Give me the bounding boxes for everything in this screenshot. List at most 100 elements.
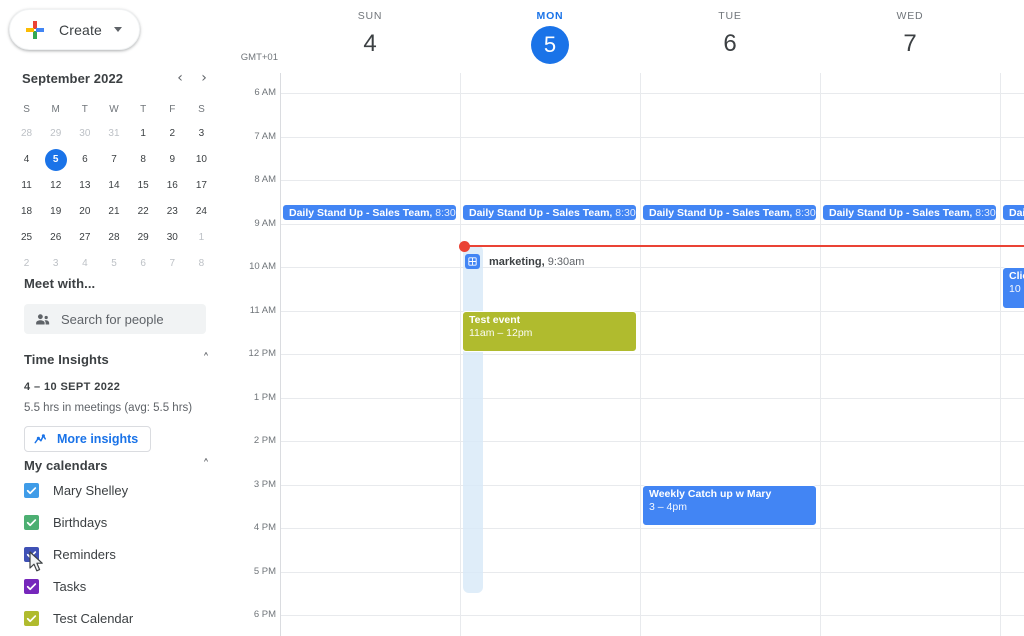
- daily-standup-tue[interactable]: Daily Stand Up - Sales Team, 8:30: [642, 203, 817, 222]
- mini-cal-day[interactable]: 3: [187, 122, 216, 146]
- day-header-sun[interactable]: SUN 4: [280, 0, 460, 62]
- mini-cal-day[interactable]: 4: [12, 148, 41, 172]
- day-header-date: 5: [531, 26, 569, 64]
- mini-cal-day[interactable]: 13: [70, 174, 99, 198]
- client-meeting-thu[interactable]: Clie10: [1002, 267, 1024, 309]
- marketing-event[interactable]: marketing, 9:30am: [465, 254, 584, 270]
- calendar-item-reminders[interactable]: Reminders: [0, 540, 228, 569]
- mini-cal-day[interactable]: 2: [12, 252, 41, 276]
- mini-cal-day[interactable]: 30: [158, 226, 187, 250]
- calendar-item-label: Tasks: [53, 579, 87, 594]
- mini-cal-day[interactable]: 1: [129, 122, 158, 146]
- event-title: Daily Stand Up - Sales Team,: [469, 206, 613, 219]
- daily-standup-mon[interactable]: Daily Stand Up - Sales Team, 8:30: [462, 203, 637, 222]
- mini-calendar: September 2022 ‹ › S M T W T F S 28 29 30 31 1 2 3 4 5 6…: [0, 62, 228, 276]
- busy-time-block[interactable]: [463, 245, 483, 594]
- mini-cal-day[interactable]: 28: [12, 122, 41, 146]
- next-month-icon[interactable]: ›: [192, 66, 216, 90]
- mini-cal-day[interactable]: 26: [41, 226, 70, 250]
- mini-cal-dow-2: T: [81, 104, 88, 115]
- calendar-item-label: Test Calendar: [53, 611, 134, 626]
- mini-cal-day[interactable]: 19: [41, 200, 70, 224]
- calendar-item-tasks[interactable]: Tasks: [0, 572, 228, 601]
- mini-cal-day[interactable]: 8: [187, 252, 216, 276]
- event-time: 8:30: [432, 206, 456, 219]
- search-for-people-input[interactable]: Search for people: [24, 304, 206, 334]
- checkbox-icon[interactable]: [24, 515, 39, 530]
- daily-standup-wed[interactable]: Daily Stand Up - Sales Team, 8:30: [822, 203, 997, 222]
- hour-label: 9 AM: [254, 217, 276, 229]
- mini-cal-day[interactable]: 6: [70, 148, 99, 172]
- collapse-my-calendars-icon[interactable]: ˄: [196, 458, 216, 473]
- mini-cal-day[interactable]: 28: [99, 226, 128, 250]
- insights-chart-icon: [34, 432, 49, 447]
- mini-cal-day[interactable]: 8: [129, 148, 158, 172]
- mini-cal-day[interactable]: 16: [158, 174, 187, 198]
- calendar-item-test-calendar[interactable]: Test Calendar: [0, 604, 228, 633]
- mini-cal-day[interactable]: 24: [187, 200, 216, 224]
- checkbox-icon[interactable]: [24, 611, 39, 626]
- mini-cal-day[interactable]: 11: [12, 174, 41, 198]
- mini-cal-day[interactable]: 15: [129, 174, 158, 198]
- day-header-mon[interactable]: MON 5: [460, 0, 640, 64]
- hour-gridline: [280, 528, 1024, 529]
- time-insights-section: Time Insights ˄ 4 – 10 SEPT 2022 5.5 hrs…: [0, 352, 228, 452]
- day-headers: GMT+01 SUN 4 MON 5 TUE 6 WED 7: [228, 0, 1024, 73]
- test-event-mon[interactable]: Test event 11am – 12pm: [462, 310, 637, 352]
- mini-cal-day[interactable]: 5: [99, 252, 128, 276]
- mini-cal-day[interactable]: 3: [41, 252, 70, 276]
- event-time: 8:30: [792, 206, 816, 219]
- sidebar: Create September 2022 ‹ › S M T W T F S 28 29 30 3…: [0, 0, 228, 636]
- calendar-grid-inner: 6 AM 7 AM 8 AM 9 AM 10 AM 11 AM 12 PM 1 PM 2 PM 3…: [228, 73, 1024, 636]
- my-calendars-header: My calendars ˄: [0, 458, 228, 473]
- mini-cal-day[interactable]: 25: [12, 226, 41, 250]
- mini-cal-day[interactable]: 31: [99, 122, 128, 146]
- mini-cal-day[interactable]: 29: [41, 122, 70, 146]
- collapse-time-insights-icon[interactable]: ˄: [196, 352, 216, 367]
- mini-cal-day[interactable]: 1: [187, 226, 216, 250]
- mini-cal-day[interactable]: 6: [129, 252, 158, 276]
- checkbox-icon[interactable]: [24, 579, 39, 594]
- mini-cal-day[interactable]: 20: [70, 200, 99, 224]
- more-insights-button[interactable]: More insights: [24, 426, 152, 452]
- checkbox-icon[interactable]: [24, 547, 39, 562]
- hour-label: 8 AM: [254, 174, 276, 185]
- mini-cal-day[interactable]: 7: [99, 148, 128, 172]
- hour-gridline: [280, 180, 1024, 181]
- mini-cal-day[interactable]: 22: [129, 200, 158, 224]
- mini-cal-day[interactable]: 21: [99, 200, 128, 224]
- daily-standup-sun[interactable]: Daily Stand Up - Sales Team, 8:30: [282, 203, 457, 222]
- mini-cal-day[interactable]: 12: [41, 174, 70, 198]
- mini-cal-day[interactable]: 2: [158, 122, 187, 146]
- calendar-item-birthdays[interactable]: Birthdays: [0, 508, 228, 537]
- previous-month-icon[interactable]: ‹: [168, 66, 192, 90]
- chevron-down-icon: [113, 27, 122, 32]
- mini-cal-day[interactable]: 10: [187, 148, 216, 172]
- mini-cal-day[interactable]: 23: [158, 200, 187, 224]
- calendar-item-label: Birthdays: [53, 515, 108, 530]
- mini-cal-day[interactable]: 29: [129, 226, 158, 250]
- calendar-grid[interactable]: 6 AM 7 AM 8 AM 9 AM 10 AM 11 AM 12 PM 1 PM 2 PM 3…: [228, 73, 1024, 636]
- mini-cal-day[interactable]: 27: [70, 226, 99, 250]
- checkbox-icon[interactable]: [24, 483, 39, 498]
- mini-cal-day[interactable]: 7: [158, 252, 187, 276]
- weekly-catchup-tue[interactable]: Weekly Catch up w Mary 3 – 4pm: [642, 484, 817, 526]
- meet-with-section: Meet with... Search for people: [0, 276, 228, 334]
- calendar-item-mary-shelley[interactable]: Mary Shelley: [0, 476, 228, 505]
- mini-cal-day[interactable]: 9: [158, 148, 187, 172]
- mini-cal-day[interactable]: 14: [99, 174, 128, 198]
- hour-label: 4 PM: [253, 522, 276, 533]
- daily-standup-thu[interactable]: Dai: [1002, 203, 1024, 222]
- hour-label: 6 AM: [254, 87, 276, 98]
- event-time: 8:30: [612, 206, 636, 219]
- day-header-tue[interactable]: TUE 6: [640, 0, 820, 62]
- mini-cal-day[interactable]: 17: [187, 174, 216, 198]
- column-divider: [280, 73, 281, 636]
- mini-cal-day[interactable]: 18: [12, 200, 41, 224]
- day-header-wed[interactable]: WED 7: [820, 0, 1000, 62]
- mini-cal-day[interactable]: 30: [70, 122, 99, 146]
- mini-cal-day-selected[interactable]: 5: [41, 148, 70, 172]
- mini-cal-day[interactable]: 4: [70, 252, 99, 276]
- create-button[interactable]: Create: [9, 9, 140, 50]
- calendar-item-label: Reminders: [53, 547, 116, 562]
